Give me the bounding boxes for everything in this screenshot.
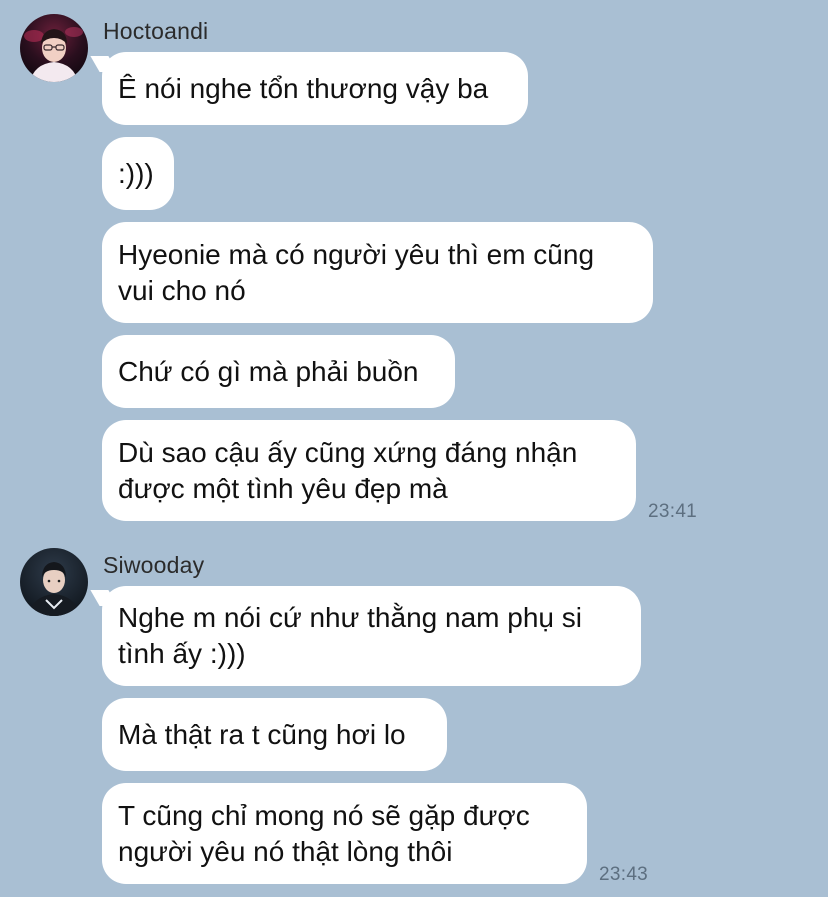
user-avatar-siwooday-icon <box>20 548 88 616</box>
message-text: Nghe m nói cứ như thằng nam phụ si tình … <box>118 602 582 669</box>
message-text: T cũng chỉ mong nó sẽ gặp được người yêu… <box>118 799 530 867</box>
message-timestamp: 23:43 <box>599 864 649 885</box>
message-bubble[interactable]: Mà thật ra t cũng hơi lo <box>102 698 447 771</box>
message-group-siwooday: Siwooday Nghe m nói cứ như thằng nam phụ… <box>0 0 828 897</box>
message-text: Mà thật ra t cũng hơi lo <box>118 718 406 750</box>
avatar[interactable] <box>20 548 88 616</box>
sender-name: Siwooday <box>103 552 205 578</box>
chat-screen: { "groups": [ { "sender": "Hoctoandi", "… <box>0 0 828 897</box>
message-bubble[interactable]: Nghe m nói cứ như thằng nam phụ si tình … <box>102 586 641 686</box>
message-bubble[interactable]: T cũng chỉ mong nó sẽ gặp được người yêu… <box>102 783 587 884</box>
